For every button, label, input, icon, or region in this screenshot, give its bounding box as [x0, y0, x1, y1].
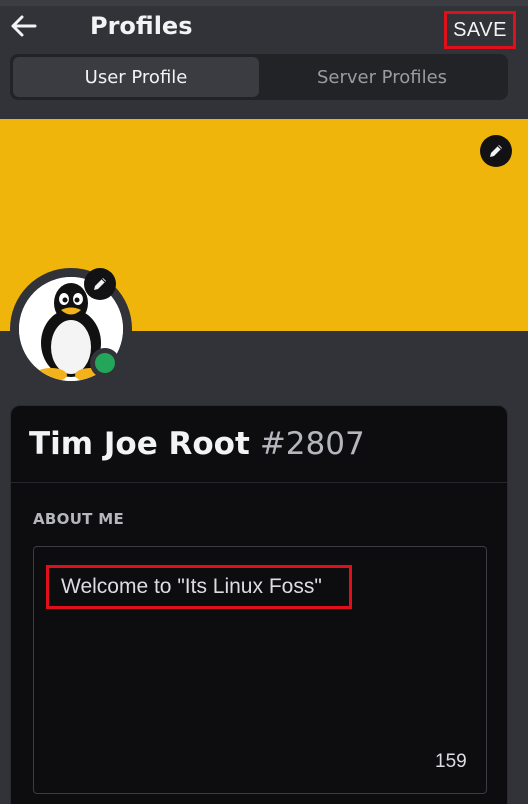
back-button[interactable]: [10, 12, 38, 40]
tab-user-profile[interactable]: User Profile: [13, 57, 259, 97]
profile-tabs: User Profile Server Profiles: [10, 54, 508, 100]
character-count: 159: [435, 751, 467, 772]
arrow-left-icon: [11, 15, 37, 37]
pencil-icon: [490, 145, 502, 157]
status-dot-icon: [95, 353, 115, 373]
avatar-edit-button[interactable]: [84, 268, 116, 300]
divider: [11, 482, 507, 483]
page-title: Profiles: [90, 12, 193, 40]
banner-edit-button[interactable]: [480, 135, 512, 167]
pencil-icon: [94, 278, 106, 290]
display-name: Tim Joe Root: [29, 426, 250, 462]
online-status-indicator: [90, 348, 120, 378]
app-header: Profiles SAVE: [0, 6, 528, 49]
profile-name-row: Tim Joe Root #2807: [29, 426, 365, 470]
user-discriminator: #2807: [259, 426, 365, 462]
tab-server-profiles[interactable]: Server Profiles: [259, 57, 505, 97]
profiles-screen: Profiles SAVE User Profile Server Profil…: [0, 0, 528, 804]
about-me-highlight: Welcome to "Its Linux Foss": [46, 565, 352, 609]
save-button[interactable]: SAVE: [444, 11, 516, 49]
about-me-text: Welcome to "Its Linux Foss": [61, 575, 322, 598]
about-me-label: ABOUT ME: [33, 510, 125, 528]
profile-card: Tim Joe Root #2807 ABOUT ME Welcome to "…: [10, 405, 508, 804]
